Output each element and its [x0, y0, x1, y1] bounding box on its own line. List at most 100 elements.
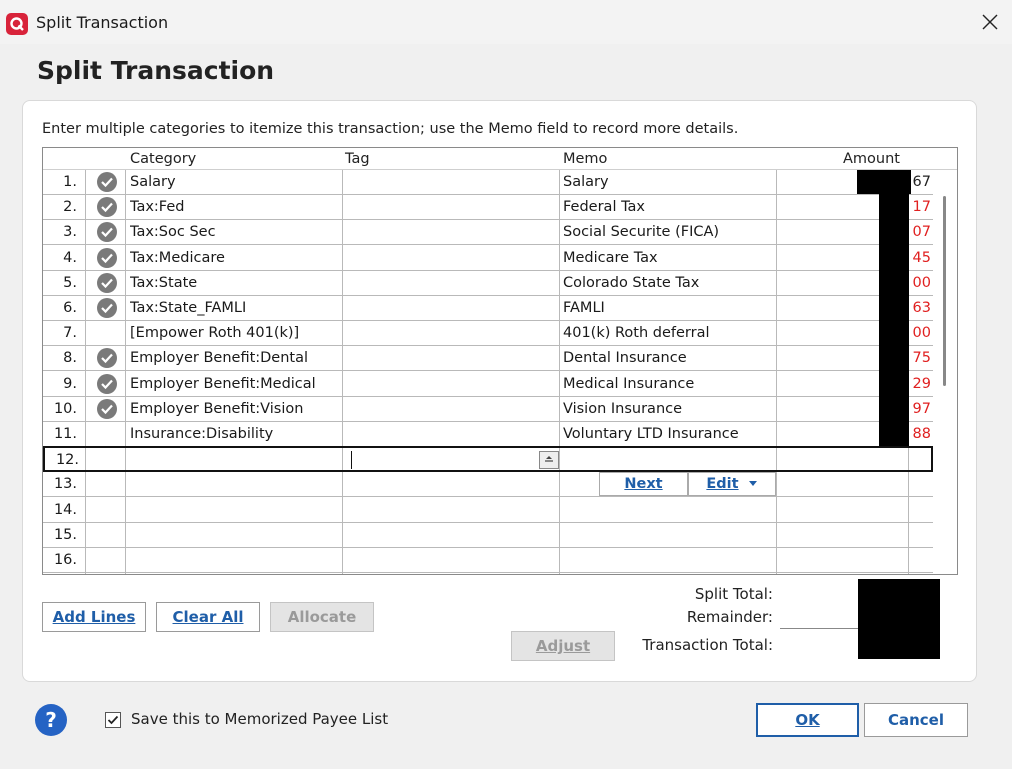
amount-cell[interactable] — [911, 448, 933, 473]
tag-cell[interactable] — [343, 220, 558, 245]
scrollbar-thumb[interactable] — [943, 196, 946, 386]
memo-cell[interactable]: Federal Tax — [563, 195, 778, 220]
category-cell[interactable] — [130, 498, 342, 523]
cleared-status[interactable] — [97, 472, 119, 497]
memo-cell[interactable] — [565, 448, 780, 473]
tag-cell[interactable] — [343, 472, 558, 497]
tag-cell[interactable] — [343, 397, 558, 422]
tag-picker-icon[interactable] — [539, 451, 559, 470]
tag-cell[interactable] — [343, 321, 558, 346]
split-row[interactable]: 4. Tax:Medicare Medicare Tax 45 — [43, 246, 933, 271]
amount-cell[interactable] — [909, 472, 931, 497]
split-row[interactable]: 1. Salary Salary 67 — [43, 170, 933, 195]
amount-cell[interactable] — [909, 498, 931, 523]
category-cell[interactable]: Salary — [130, 170, 342, 195]
amount-cell[interactable]: 88 — [909, 422, 931, 447]
memo-cell[interactable]: Colorado State Tax — [563, 271, 778, 296]
adjust-button[interactable]: Adjust — [511, 631, 615, 661]
category-cell[interactable] — [130, 523, 342, 548]
split-row[interactable]: 15. — [43, 523, 933, 548]
memo-cell[interactable] — [563, 548, 778, 573]
cleared-status[interactable] — [97, 321, 119, 346]
cleared-status[interactable] — [97, 246, 119, 271]
split-row[interactable]: 3. Tax:Soc Sec Social Securite (FICA) 07 — [43, 220, 933, 246]
category-cell[interactable]: Insurance:Disability — [130, 422, 342, 447]
amount-cell[interactable]: 07 — [909, 220, 931, 245]
cleared-status[interactable] — [97, 498, 119, 523]
memorize-payee-checkbox[interactable] — [105, 712, 121, 728]
category-cell[interactable]: Tax:State_FAMLI — [130, 296, 342, 321]
memo-cell[interactable]: Voluntary LTD Insurance — [563, 422, 778, 447]
category-cell[interactable]: Tax:Medicare — [130, 246, 342, 271]
split-row[interactable]: 7. [Empower Roth 401(k)] 401(k) Roth defer… — [43, 321, 933, 347]
split-row[interactable]: 16. — [43, 548, 933, 573]
category-cell[interactable]: Employer Benefit:Medical — [130, 372, 342, 397]
clear-all-button[interactable]: Clear All — [156, 602, 260, 632]
memo-cell[interactable]: Salary — [563, 170, 778, 195]
tag-cell[interactable] — [343, 271, 558, 296]
amount-cell[interactable]: 97 — [909, 397, 931, 422]
category-cell[interactable] — [130, 472, 342, 497]
memo-cell[interactable] — [563, 498, 778, 523]
memo-cell[interactable]: Medicare Tax — [563, 246, 778, 271]
split-row[interactable]: 10. Employer Benefit:Vision Vision Insuran… — [43, 397, 933, 422]
amount-cell[interactable]: 29 — [909, 372, 931, 397]
cleared-status[interactable] — [97, 523, 119, 548]
split-row[interactable]: 5. Tax:State Colorado State Tax 00 — [43, 271, 933, 296]
cleared-status[interactable] — [97, 346, 119, 371]
amount-cell[interactable] — [909, 523, 931, 548]
next-button[interactable]: Next — [599, 472, 688, 496]
tag-cell[interactable] — [343, 548, 558, 573]
amount-cell[interactable]: 67 — [909, 170, 931, 195]
memo-cell[interactable]: Social Securite (FICA) — [563, 220, 778, 245]
cleared-status[interactable] — [97, 271, 119, 296]
amount-cell[interactable]: 63 — [909, 296, 931, 321]
cancel-button[interactable]: Cancel — [864, 703, 968, 737]
cleared-status[interactable] — [97, 296, 119, 321]
tag-cell[interactable] — [343, 372, 558, 397]
memo-cell[interactable]: Medical Insurance — [563, 372, 778, 397]
tag-cell[interactable] — [343, 346, 558, 371]
add-lines-button[interactable]: Add Lines — [42, 602, 146, 632]
split-row[interactable]: 8. Employer Benefit:Dental Dental Insuranc… — [43, 346, 933, 372]
tag-cell[interactable] — [343, 296, 558, 321]
split-row[interactable]: 14. — [43, 498, 933, 523]
tag-cell[interactable] — [343, 498, 558, 523]
category-cell[interactable]: Employer Benefit:Dental — [130, 346, 342, 371]
close-icon[interactable] — [978, 10, 1002, 34]
split-row[interactable]: 13. — [43, 472, 933, 498]
category-cell[interactable] — [132, 448, 344, 473]
ok-button[interactable]: OK — [756, 703, 859, 737]
amount-cell[interactable]: 75 — [909, 346, 931, 371]
category-cell[interactable]: [Empower Roth 401(k)] — [130, 321, 342, 346]
memo-cell[interactable] — [563, 523, 778, 548]
cleared-status[interactable] — [97, 548, 119, 573]
amount-cell[interactable]: 17 — [909, 195, 931, 220]
split-row[interactable]: 6. Tax:State_FAMLI FAMLI 63 — [43, 296, 933, 321]
memo-cell[interactable]: Dental Insurance — [563, 346, 778, 371]
split-row[interactable]: 11. Insurance:Disability Voluntary LTD Ins… — [43, 422, 933, 447]
split-row[interactable]: 9. Employer Benefit:Medical Medical Insura… — [43, 372, 933, 397]
tag-cell[interactable] — [343, 422, 558, 447]
cleared-status[interactable] — [97, 372, 119, 397]
category-cell[interactable]: Tax:Soc Sec — [130, 220, 342, 245]
cleared-status[interactable] — [99, 448, 121, 473]
tag-cell[interactable] — [343, 170, 558, 195]
split-row[interactable]: 12. — [43, 446, 933, 473]
edit-dropdown-button[interactable]: Edit — [688, 472, 776, 496]
category-cell[interactable]: Tax:State — [130, 271, 342, 296]
memo-cell[interactable]: Vision Insurance — [563, 397, 778, 422]
cleared-status[interactable] — [97, 422, 119, 447]
category-cell[interactable]: Tax:Fed — [130, 195, 342, 220]
tag-cell[interactable] — [343, 195, 558, 220]
category-cell[interactable]: Employer Benefit:Vision — [130, 397, 342, 422]
amount-cell[interactable]: 45 — [909, 246, 931, 271]
cleared-status[interactable] — [97, 170, 119, 195]
vertical-scrollbar[interactable] — [933, 170, 957, 574]
help-icon[interactable]: ? — [35, 704, 67, 736]
amount-cell[interactable]: 00 — [909, 321, 931, 346]
amount-cell[interactable] — [909, 548, 931, 573]
cleared-status[interactable] — [97, 195, 119, 220]
tag-cell[interactable] — [345, 448, 560, 473]
category-cell[interactable] — [130, 548, 342, 573]
